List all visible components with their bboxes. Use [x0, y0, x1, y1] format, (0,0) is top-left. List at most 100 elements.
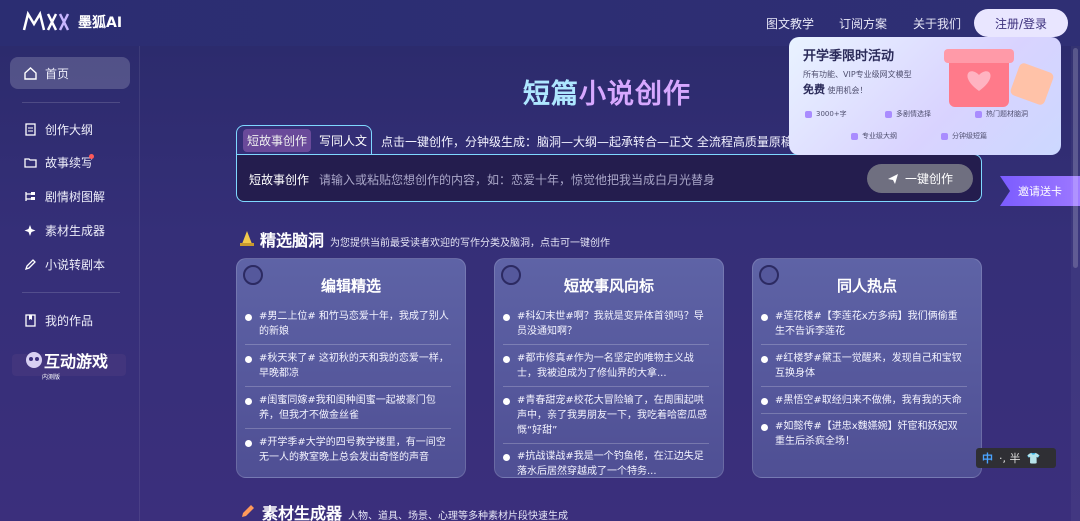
list-item[interactable]: #红楼梦#黛玉一觉醒来，发现自己和宝钗互换身体 [761, 351, 967, 381]
card-title: 短故事风向标 [563, 277, 654, 295]
card-fanfic-hot: 同人热点 #莲花楼#【李莲花x方多病】我们俩偷重生不告诉李莲花 #红楼梦#黛玉一… [752, 258, 982, 478]
tab-short-story[interactable]: 短故事创作 [243, 129, 311, 152]
list-item[interactable]: #青春甜宠#校花大冒险输了，在周围起哄声中，亲了我男朋友一下，我吃着哈密瓜感慨“… [503, 393, 709, 438]
title-part1: 短篇 [523, 79, 579, 110]
ime-toolbar[interactable]: 中 ·, 半 👕 [976, 448, 1056, 468]
sidebar-item-label: 首页 [45, 66, 70, 81]
list-item[interactable]: #闺蜜同嫁#我和闺种闺蜜一起被豪门包养，但我才不做金丝雀 [245, 393, 451, 423]
promo-feature: 专业级大纲 [851, 131, 897, 141]
notification-dot [89, 154, 94, 159]
sidebar-item-label: 我的作品 [45, 313, 94, 328]
card-title: 同人热点 [836, 277, 897, 295]
sidebar: 首页 创作大纲 故事续写 剧情树图解 素材生成器 小说转剧本 我的作品 互动游戏… [0, 46, 140, 521]
tagline: 点击一键创作，分钟级生成：脑洞—大纲—起承转合—正文 全流程高质量原稿 [381, 135, 793, 149]
card-divider [245, 428, 451, 429]
invite-card-button[interactable]: 邀请送卡 [1000, 176, 1080, 206]
wizard-hat-icon [240, 231, 254, 246]
tab-fanfic[interactable]: 写同人文 [315, 129, 371, 152]
card-divider [245, 344, 451, 345]
promo-line1: 所有功能、VIP专业级网文模型 [803, 70, 912, 79]
game-badge-small: 内测版 [42, 374, 61, 381]
brand-name: 墨狐AI [78, 15, 123, 31]
document-icon [25, 122, 36, 136]
list-item[interactable]: #秋天来了# 这初秋的天和我的恋爱一样，早晚都凉 [245, 351, 451, 381]
card-divider [503, 386, 709, 387]
input-label: 短故事创作 [249, 173, 310, 187]
sidebar-item-plot-tree[interactable]: 剧情树图解 [10, 180, 130, 212]
ime-extra: ·, 半 [999, 452, 1021, 465]
list-item[interactable]: #抗战谍战#我是一个钓鱼佬，在江边失足落水后居然穿越成了一个特务... [503, 449, 709, 479]
card-title: 编辑精选 [320, 277, 381, 295]
shirt-icon: 👕 [1026, 451, 1041, 465]
folder-icon [24, 157, 37, 168]
game-badge-text: 互动游戏 [44, 352, 109, 371]
ime-lang: 中 [982, 452, 993, 465]
logo-mark-icon [22, 10, 70, 31]
promo-title: 开学季限时活动 [803, 49, 895, 64]
section-material-header: 素材生成器 人物、道具、场景、心理等多种素材片段快速生成 [240, 500, 568, 521]
card-divider [761, 413, 967, 414]
nav-about-link[interactable]: 关于我们 [913, 15, 973, 32]
list-item[interactable]: #男二上位# 和竹马恋爱十年，我成了别人的新娘 [245, 309, 451, 339]
promo-line2: 免费 使用机会！ [803, 81, 868, 97]
feature-label: 专业级大纲 [862, 132, 897, 140]
list-item[interactable]: #黑悟空#取经归来不做佛，我有我的天命 [761, 393, 967, 408]
sidebar-item-label: 素材生成器 [45, 223, 106, 238]
card-divider [503, 344, 709, 345]
card-divider [761, 344, 967, 345]
sidebar-item-home[interactable]: 首页 [10, 57, 130, 89]
creation-tabs: 短故事创作 写同人文 [236, 125, 372, 155]
prompt-input-box: 短故事创作 请输入或粘贴您想创作的内容，如：恋爱十年，惊觉他把我当成白月光替身 … [236, 154, 982, 202]
section-title: 素材生成器 [262, 504, 343, 521]
nav-tutorial-link[interactable]: 图文教学 [766, 15, 826, 32]
promo-feature: 分钟级短篇 [941, 131, 987, 141]
pencil-icon [242, 505, 254, 517]
sidebar-divider [22, 292, 120, 293]
sidebar-item-continue[interactable]: 故事续写 [10, 146, 130, 178]
prompt-input[interactable]: 请输入或粘贴您想创作的内容，如：恋爱十年，惊觉他把我当成白月光替身 [319, 171, 715, 188]
feature-label: 热门题材脑洞 [986, 110, 1028, 118]
logo[interactable]: 墨狐AI [22, 10, 122, 34]
title-part2: 小说创作 [579, 79, 691, 110]
sidebar-item-label: 小说转剧本 [45, 257, 106, 272]
page-title: 短篇小说创作 [523, 72, 691, 111]
promo-free: 免费 [803, 83, 825, 96]
card-divider [761, 386, 967, 387]
sidebar-item-script[interactable]: 小说转剧本 [10, 248, 130, 280]
sparkle-icon [24, 224, 36, 236]
sidebar-item-outline[interactable]: 创作大纲 [10, 113, 130, 145]
gift-box-icon [944, 49, 1054, 107]
card-editor-picks: 编辑精选 #男二上位# 和竹马恋爱十年，我成了别人的新娘 #秋天来了# 这初秋的… [236, 258, 466, 478]
promo-feature: 多剧情选择 [885, 109, 931, 119]
nav-subscription-link[interactable]: 订阅方案 [839, 15, 899, 32]
scroll-thumb[interactable] [1073, 48, 1078, 268]
tree-icon [25, 191, 35, 201]
feature-icon [805, 110, 812, 118]
list-item[interactable]: #科幻末世#啊？我就是变异体首领吗？导员没通知啊？ [503, 309, 709, 339]
sidebar-item-label: 创作大纲 [45, 122, 94, 137]
sidebar-item-my-works[interactable]: 我的作品 [10, 304, 130, 336]
section-subtitle: 人物、道具、场景、心理等多种素材片段快速生成 [348, 511, 569, 521]
card-divider [245, 386, 451, 387]
promo-card[interactable]: 开学季限时活动 所有功能、VIP专业级网文模型 免费 使用机会！ 3000+字 … [789, 37, 1061, 155]
interactive-game-badge[interactable]: 互动游戏 内测版 [12, 346, 130, 382]
section-title: 精选脑洞 [260, 231, 325, 250]
feature-icon [851, 132, 858, 140]
list-item[interactable]: #开学季#大学的四号教学楼里，有一间空无一人的教室晚上总会发出奇怪的声音 [245, 435, 451, 465]
pen-icon [24, 258, 36, 270]
list-item[interactable]: #莲花楼#【李莲花x方多病】我们俩偷重生不告诉李莲花 [761, 309, 967, 339]
list-item[interactable]: #如懿传#【进忠x魏嬿婉】奸宦和妖妃双重生后杀疯全场！ [761, 419, 967, 449]
card-divider [503, 443, 709, 444]
sidebar-item-material[interactable]: 素材生成器 [10, 214, 130, 246]
sidebar-divider [22, 102, 120, 103]
send-icon [887, 173, 898, 184]
list-item[interactable]: #都市修真#作为一名坚定的唯物主义战士，我被迫成为了修仙界的大拿... [503, 351, 709, 381]
promo-feature: 热门题材脑洞 [975, 109, 1028, 119]
book-icon [25, 313, 36, 327]
one-click-create-button[interactable]: 一键创作 [867, 164, 973, 193]
promo-feature: 3000+字 [805, 109, 847, 119]
scrollbar[interactable] [1071, 46, 1080, 521]
sidebar-item-label: 故事续写 [45, 155, 94, 170]
login-button[interactable]: 注册/登录 [974, 9, 1068, 37]
feature-icon [975, 110, 982, 118]
